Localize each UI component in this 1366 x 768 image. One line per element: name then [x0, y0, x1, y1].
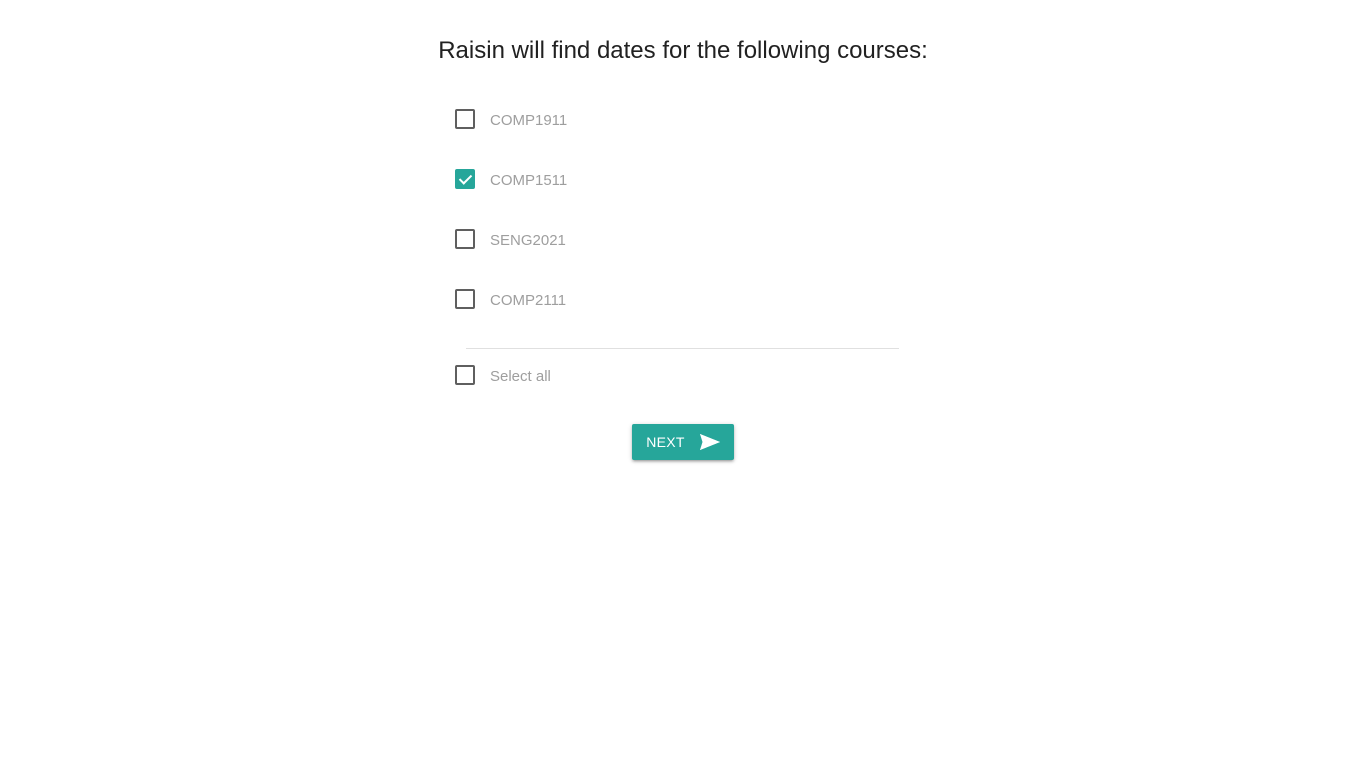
select-all-label[interactable]: Select all [490, 368, 551, 386]
course-label[interactable]: SENG2021 [490, 232, 566, 250]
course-checkbox[interactable] [455, 229, 475, 249]
course-checkbox[interactable] [455, 169, 475, 189]
next-button[interactable]: NEXT [632, 424, 734, 460]
divider [466, 348, 899, 349]
select-all-item[interactable]: Select all [455, 360, 551, 386]
course-item-comp1911[interactable]: COMP1911 [455, 104, 915, 164]
page-title: Raisin will find dates for the following… [438, 37, 928, 64]
select-all-checkbox[interactable] [455, 365, 475, 385]
course-label[interactable]: COMP1911 [490, 112, 567, 130]
send-icon [699, 434, 720, 450]
next-button-label: NEXT [646, 434, 685, 450]
page: Raisin will find dates for the following… [0, 0, 1366, 768]
course-label[interactable]: COMP2111 [490, 292, 566, 310]
course-label[interactable]: COMP1511 [490, 172, 567, 190]
course-checkbox[interactable] [455, 109, 475, 129]
course-item-comp1511[interactable]: COMP1511 [455, 164, 915, 224]
course-item-seng2021[interactable]: SENG2021 [455, 224, 915, 284]
course-list: COMP1911 COMP1511 SENG2021 COMP2111 [455, 104, 915, 344]
course-checkbox[interactable] [455, 289, 475, 309]
course-item-comp2111[interactable]: COMP2111 [455, 284, 915, 344]
